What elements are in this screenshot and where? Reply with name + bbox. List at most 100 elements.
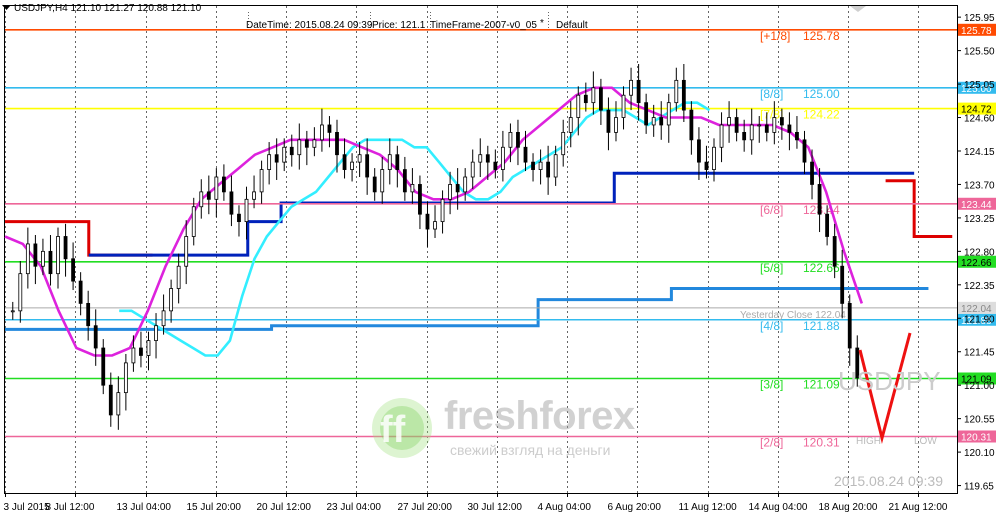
level-badge-text: 123.44: [961, 200, 992, 211]
candle-body: [599, 87, 603, 111]
candle-body: [523, 146, 528, 163]
level-tag: [6/8]: [760, 203, 783, 217]
freshforex-watermark: ff freshforex свежий взгляд на деньги: [366, 392, 676, 464]
candle-body: [214, 176, 219, 200]
candle-body: [825, 213, 830, 237]
brand-text: freshforex: [444, 394, 635, 438]
time-label: 13 Jul 04:00: [117, 502, 172, 513]
level-tag: [2/8]: [760, 435, 783, 449]
candle-body: [252, 191, 256, 200]
candle-body: [463, 176, 468, 193]
level-tag: [5/8]: [760, 261, 783, 275]
time-label: 18 Aug 20:00: [819, 502, 878, 513]
candle-body: [606, 109, 611, 133]
candle-body: [418, 184, 422, 215]
info-datetime: DateTime: 2015.08.24 09:39: [246, 20, 373, 31]
level-tag: [7/8]: [760, 108, 783, 122]
candle-body: [546, 161, 551, 178]
brand-subtitle: свежий взгляд на деньги: [450, 442, 611, 458]
candle-body: [304, 139, 309, 148]
candle-body: [659, 117, 664, 126]
candle-body: [576, 94, 581, 118]
candle-body: [139, 347, 143, 356]
candle-body: [63, 236, 68, 260]
candle-body: [500, 146, 505, 170]
candle-body: [267, 154, 272, 170]
candle-body: [697, 139, 701, 163]
symbol-watermark: USDJPY: [838, 366, 941, 396]
candle-body: [704, 161, 709, 170]
candle-body: [123, 362, 128, 394]
price-label: 119.65: [964, 482, 994, 493]
candle-body: [847, 303, 852, 349]
price-label: 123.70: [964, 180, 995, 191]
level-value: 125.00: [803, 87, 840, 101]
yesterday-close-badge-text: 122.04: [961, 304, 992, 315]
candle-body: [644, 102, 649, 126]
time-label: 15 Jul 20:00: [187, 502, 242, 513]
candle-body: [108, 384, 113, 416]
candle-body: [712, 146, 716, 170]
candle-body: [237, 213, 241, 223]
candle-body: [795, 131, 799, 141]
candle-body: [636, 79, 641, 104]
level-value: 120.31: [803, 435, 840, 449]
svg-text:ff: ff: [380, 409, 406, 451]
candle-body: [199, 191, 204, 208]
candle-body: [651, 117, 656, 126]
level-value: 123.44: [803, 203, 840, 217]
price-label: 121.00: [964, 381, 995, 392]
candle-body: [425, 213, 430, 230]
candle-body: [387, 154, 392, 170]
info-preset: Default: [556, 20, 588, 31]
candle-body: [342, 154, 347, 170]
candle-body: [41, 250, 45, 267]
candle-body: [320, 124, 324, 141]
time-label: 3 Jul 2015: [4, 502, 51, 513]
candle-body: [161, 310, 166, 327]
candle-body: [485, 154, 490, 163]
candle-body: [184, 236, 189, 267]
candle-body: [395, 154, 400, 170]
candle-body: [380, 169, 385, 193]
candle-body: [357, 154, 362, 163]
timestamp-watermark: 2015.08.24 09:39: [834, 473, 943, 489]
candle-body: [478, 154, 483, 163]
time-label: 21 Aug 12:00: [889, 502, 948, 513]
candle-body: [327, 124, 332, 133]
candle-body: [727, 117, 731, 126]
candle-body: [757, 124, 762, 127]
candle-body: [25, 243, 30, 275]
candle-body: [259, 169, 264, 193]
candle-body: [493, 161, 498, 170]
freshforex-logo-icon: ff: [372, 398, 432, 458]
candle-body: [779, 117, 784, 126]
candle-body: [840, 265, 845, 304]
candle-body: [289, 146, 294, 156]
candle-body: [749, 124, 754, 141]
candle-body: [583, 94, 588, 104]
menu-arrow-icon[interactable]: [2, 3, 11, 15]
candle-body: [410, 184, 415, 193]
chart-window[interactable]: [+1/8] 125.78 125.78 [8/8] 125.00 125.00 [7/8]…: [0, 0, 1001, 516]
candle-body: [221, 176, 226, 193]
price-label: 120.55: [964, 415, 995, 426]
candle-body: [561, 131, 566, 156]
level-tag: [8/8]: [760, 87, 783, 101]
candle-body: [772, 117, 777, 133]
candle-body: [817, 184, 822, 215]
candle-body: [734, 117, 739, 133]
candle-body: [455, 184, 460, 193]
candle-body: [154, 325, 158, 341]
candle-body: [629, 79, 633, 96]
time-label: 23 Jul 04:00: [327, 502, 382, 513]
price-label: 125.95: [964, 13, 995, 24]
candle-body: [78, 280, 83, 304]
level-tag: [+1/8]: [760, 29, 790, 43]
time-label: 4 Aug 04:00: [538, 502, 592, 513]
candle-body: [335, 131, 339, 156]
time-label: 30 Jul 12:00: [468, 502, 523, 513]
candle-body: [531, 161, 535, 170]
candle-body: [666, 102, 671, 126]
candle-body: [372, 176, 377, 193]
